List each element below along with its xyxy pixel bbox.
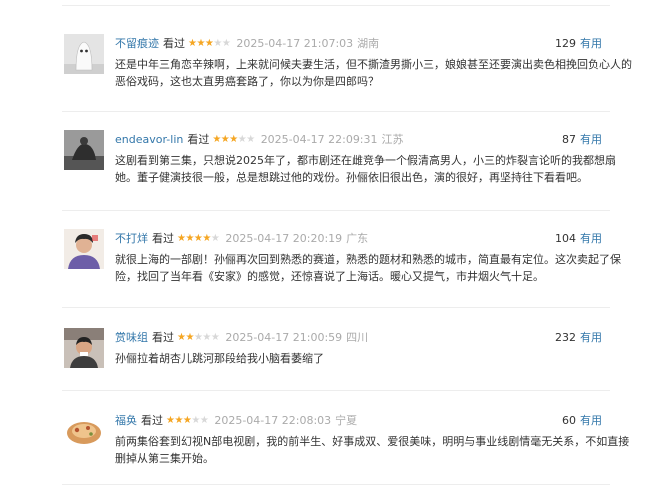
review-text: 孙俪拉着胡杏儿跳河那段给我小脑看萎缩了 [115,350,610,367]
star-rating: ★★★★★ [212,134,255,145]
review-text-line: 还是中年三角恋辛辣啊，上来就问候夫妻生活，但不撕渣男撕小三，娘娘甚至还要演出卖色… [115,58,632,71]
review-time: 2025-04-17 20:20:19 [225,232,343,245]
review-text-line: 这剧看到第三集，只想说2025年了，都市剧还在雌竞争一个假清高男人，小三的炸裂言… [115,154,616,167]
useful-button[interactable]: 有用 [580,414,602,427]
review-text-line: 孙俪拉着胡杏儿跳河那段给我小脑看萎缩了 [115,352,324,365]
useful-button[interactable]: 有用 [580,232,602,245]
review-text: 就很上海的一部剧！孙俪再次回到熟悉的赛道，熟悉的题材和熟悉的城市，简直最有定位。… [115,251,621,285]
vote-count: 232 [555,331,576,344]
star-rating: ★★★★★ [177,332,220,343]
review-text: 这剧看到第三集，只想说2025年了，都市剧还在雌竞争一个假清高男人，小三的炸裂言… [115,152,616,186]
username-link[interactable]: 赏味组 [115,330,148,346]
vote-count: 87 [562,133,576,146]
review-text-line: 删掉从第三集开始。 [115,452,214,465]
review-time: 2025-04-17 22:08:03 [214,414,332,427]
vote-count: 60 [562,414,576,427]
review-text-line: 险，找回了当年看《安家》的感觉，还惊喜说了上海话。暖心又提气，市井烟火气十足。 [115,270,544,283]
star-rating: ★★★★★ [177,233,220,244]
watch-status: 看过 [152,331,174,344]
divider [62,210,610,211]
star-rating: ★★★★★ [188,38,231,49]
review-location: 四川 [346,331,369,344]
divider [62,5,610,6]
useful-button[interactable]: 有用 [580,37,602,50]
review-location: 湖南 [357,37,380,50]
vote-box: 232 有用 [555,330,602,346]
review-meta: 不打烊 看过 ★★★★★ 2025-04-17 20:20:19 广东 [115,231,368,247]
review-time: 2025-04-17 21:00:59 [225,331,343,344]
avatar[interactable] [64,130,104,170]
divider [62,484,610,485]
watch-status: 看过 [163,37,185,50]
food-photo-avatar [64,411,104,451]
review-text: 还是中年三角恋辛辣啊，上来就问候夫妻生活，但不撕渣男撕小三，娘娘甚至还要演出卖色… [115,56,632,90]
vote-count: 104 [555,232,576,245]
divider [62,307,610,308]
review-location: 宁夏 [335,414,358,427]
username-link[interactable]: 福奂 [115,413,137,429]
review-text-line: 前两集俗套到幻视N部电视剧，我的前半生、好事成双、爱很美味，明明与事业线剧情毫无… [115,435,630,448]
review-text-line: 就很上海的一部剧！孙俪再次回到熟悉的赛道，熟悉的题材和熟悉的城市，简直最有定位。… [115,253,621,266]
useful-button[interactable]: 有用 [580,133,602,146]
review-meta: 不留痕迹 看过 ★★★★★ 2025-04-17 21:07:03 湖南 [115,36,379,52]
review-meta: 福奂 看过 ★★★★★ 2025-04-17 22:08:03 宁夏 [115,413,357,429]
review-location: 广东 [346,232,369,245]
divider [62,390,610,391]
vote-box: 60 有用 [562,413,602,429]
review-text: 前两集俗套到幻视N部电视剧，我的前半生、好事成双、爱很美味，明明与事业线剧情毫无… [115,433,630,467]
vote-count: 129 [555,37,576,50]
review-meta: 赏味组 看过 ★★★★★ 2025-04-17 21:00:59 四川 [115,330,368,346]
review-text-line: 恶俗戏码，这也太直男癌套路了，你以为你是四郎吗？ [115,75,379,88]
vote-box: 104 有用 [555,231,602,247]
divider [62,111,610,112]
vote-box: 87 有用 [562,132,602,148]
review-time: 2025-04-17 21:07:03 [236,37,354,50]
watch-status: 看过 [141,414,163,427]
avatar[interactable] [64,328,104,368]
review-time: 2025-04-17 22:09:31 [260,133,378,146]
dark-photo-avatar [64,130,104,170]
review-text-line: 她。董子健演技很一般，总是想跳过他的戏份。孙俪依旧很出色，演的很好，再坚持往下看… [115,171,588,184]
review-location: 江苏 [381,133,404,146]
username-link[interactable]: 不留痕迹 [115,36,159,52]
person-photo-avatar [64,328,104,368]
avatar[interactable] [64,411,104,451]
avatar[interactable] [64,229,104,269]
vote-box: 129 有用 [555,36,602,52]
star-rating: ★★★★★ [166,415,209,426]
useful-button[interactable]: 有用 [580,331,602,344]
avatar[interactable] [64,34,104,74]
username-link[interactable]: 不打烊 [115,231,148,247]
ghost-figure-avatar [64,34,104,74]
watch-status: 看过 [187,133,210,146]
review-meta: endeavor-lin 看过 ★★★★★ 2025-04-17 22:09:3… [115,132,404,148]
person-photo-avatar [64,229,104,269]
username-link[interactable]: endeavor-lin [115,132,183,148]
watch-status: 看过 [152,232,174,245]
